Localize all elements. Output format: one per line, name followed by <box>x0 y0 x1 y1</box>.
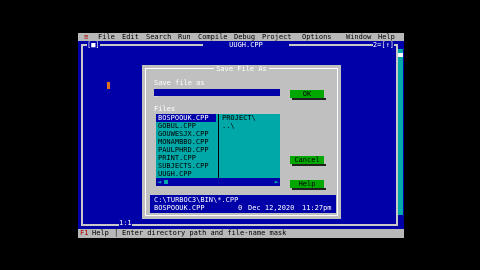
list-item[interactable]: MONAMBBO.CPP <box>158 138 216 146</box>
files-label: Files <box>154 105 176 113</box>
list-item[interactable]: BOSPOOUK.CPP <box>156 114 216 122</box>
file-list[interactable]: BOSPOOUK.CPP GOBUL.CPP GOUWESJX.CPP MONA… <box>156 114 280 186</box>
menu-bar: ≡ File Edit Search Run Compile Debug Pro… <box>78 33 404 41</box>
list-item[interactable]: SUBJECTS.CPP <box>158 162 216 170</box>
close-box[interactable]: [■] <box>87 41 100 49</box>
vertical-scrollbar[interactable] <box>398 49 403 215</box>
scroll-thumb[interactable] <box>164 180 168 184</box>
turbo-cpp-screen: ≡ File Edit Search Run Compile Debug Pro… <box>78 33 404 238</box>
help-button[interactable]: Help <box>290 180 326 190</box>
save-as-dialog: Save File As Save file as _ OK Files BOS… <box>142 65 347 225</box>
list-item[interactable]: PRINT.CPP <box>158 154 216 162</box>
menu-window[interactable]: Window <box>346 33 371 41</box>
menu-help[interactable]: Help <box>378 33 395 41</box>
horizontal-scrollbar[interactable]: ◄ ► <box>156 178 280 186</box>
info-path: C:\TURBOC3\BIN\*.CPP <box>154 196 239 204</box>
menu-compile[interactable]: Compile <box>198 33 228 41</box>
menu-project[interactable]: Project <box>262 33 292 41</box>
info-date: Dec 12,2020 <box>248 204 295 212</box>
window-number[interactable]: 2=[↑] <box>372 41 394 49</box>
dialog-title: Save File As <box>214 65 269 73</box>
save-as-label: Save file as <box>154 79 205 87</box>
list-item[interactable]: GOUWESJX.CPP <box>158 130 216 138</box>
status-line: F1 Help │ Enter directory path and file-… <box>78 229 404 238</box>
status-divider: │ <box>114 229 119 237</box>
file-list-column-1: BOSPOOUK.CPP GOBUL.CPP GOUWESJX.CPP MONA… <box>156 114 216 178</box>
scroll-thumb[interactable] <box>398 53 403 57</box>
menu-file[interactable]: File <box>98 33 115 41</box>
list-item[interactable]: GOBUL.CPP <box>158 122 216 130</box>
scroll-right-icon[interactable]: ► <box>275 178 279 186</box>
list-item[interactable]: ..\ <box>222 122 278 130</box>
menu-options[interactable]: Options <box>302 33 332 41</box>
list-item[interactable]: UUGH.CPP <box>158 170 216 178</box>
info-time: 11:27pm <box>302 204 332 212</box>
filename-input[interactable]: _ <box>154 89 280 97</box>
menu-edit[interactable]: Edit <box>122 33 139 41</box>
menu-run[interactable]: Run <box>178 33 191 41</box>
info-size: 0 <box>238 204 243 212</box>
list-item[interactable]: PROJECT\ <box>222 114 278 122</box>
file-list-column-2: PROJECT\ ..\ <box>222 114 278 130</box>
file-info-panel: C:\TURBOC3\BIN\*.CPP BOSPOOUK.CPP 0 Dec … <box>150 195 336 213</box>
status-message: Enter directory path and file-name mask <box>122 229 287 237</box>
menu-search[interactable]: Search <box>146 33 171 41</box>
list-item[interactable]: PAULPHRD.CPP <box>158 146 216 154</box>
status-help[interactable]: Help <box>92 229 109 237</box>
list-divider <box>218 114 219 178</box>
editor-title: UUGH.CPP <box>203 41 289 49</box>
ok-button[interactable]: OK <box>290 90 326 100</box>
cancel-button[interactable]: Cancel <box>290 156 326 166</box>
editor-window[interactable]: [■] UUGH.CPP 2=[↑] 1:1 Save File As Save… <box>78 41 404 229</box>
info-filename: BOSPOOUK.CPP <box>154 204 205 212</box>
text-cursor <box>107 82 110 89</box>
scroll-left-icon[interactable]: ◄ <box>157 178 161 186</box>
cursor-position: 1:1 <box>119 219 132 227</box>
f1-key[interactable]: F1 <box>80 229 88 237</box>
menu-debug[interactable]: Debug <box>234 33 255 41</box>
